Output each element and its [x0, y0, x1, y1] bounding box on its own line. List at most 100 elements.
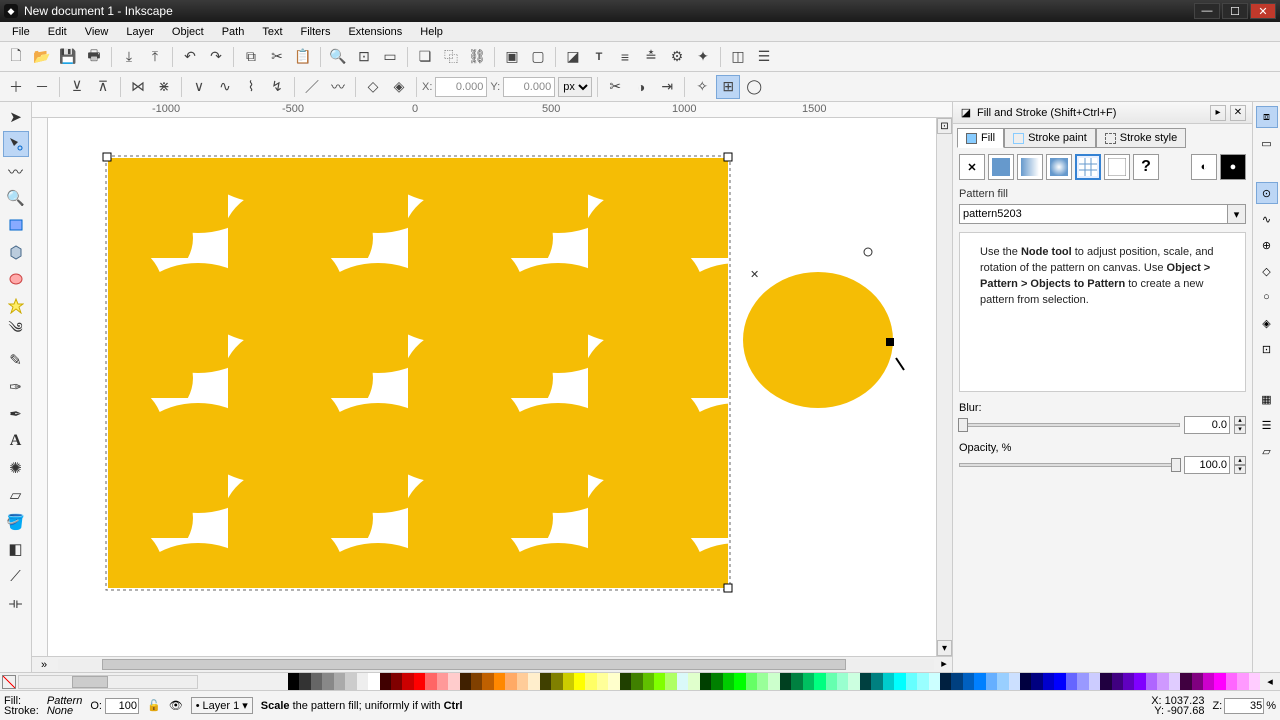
selectors-icon[interactable]: ◫ — [726, 45, 750, 69]
snap-smooth-icon[interactable]: ○ — [1256, 286, 1278, 308]
palette-swatch[interactable] — [1134, 673, 1145, 690]
fill-radial-icon[interactable] — [1046, 154, 1072, 180]
menu-text[interactable]: Text — [254, 24, 290, 40]
blur-up-icon[interactable]: ▴ — [1234, 416, 1246, 425]
connector-tool[interactable]: ⟛ — [3, 590, 29, 616]
palette-swatch[interactable] — [1089, 673, 1100, 690]
menu-help[interactable]: Help — [412, 24, 451, 40]
copy-icon[interactable]: ⧉ — [239, 45, 263, 69]
ellipse-tool[interactable] — [3, 266, 29, 292]
palette-swatch[interactable] — [688, 673, 699, 690]
palette-swatch[interactable] — [1123, 673, 1134, 690]
redo-icon[interactable]: ↷ — [204, 45, 228, 69]
maximize-button[interactable]: ☐ — [1222, 3, 1248, 19]
palette-swatch[interactable] — [734, 673, 745, 690]
group-icon[interactable]: ▣ — [500, 45, 524, 69]
palette-swatch[interactable] — [585, 673, 596, 690]
zoom-tool[interactable]: 🔍 — [3, 185, 29, 211]
snap-paths-icon[interactable]: ∿ — [1256, 208, 1278, 230]
fill-none-icon[interactable]: ✕ — [959, 154, 985, 180]
eraser-tool[interactable]: ▱ — [3, 482, 29, 508]
palette-swatch[interactable] — [448, 673, 459, 690]
menu-extensions[interactable]: Extensions — [340, 24, 410, 40]
palette-swatch[interactable] — [929, 673, 940, 690]
box3d-tool[interactable] — [3, 239, 29, 265]
opacity-down-icon[interactable]: ▾ — [1234, 465, 1246, 474]
join-node-icon[interactable]: ⊼ — [91, 75, 115, 99]
export-icon[interactable]: ⤒ — [143, 45, 167, 69]
blur-slider[interactable] — [959, 423, 1180, 427]
x-input[interactable] — [435, 77, 487, 97]
paintbucket-tool[interactable]: 🪣 — [3, 509, 29, 535]
smooth-icon[interactable]: ∿ — [213, 75, 237, 99]
palette-swatch[interactable] — [746, 673, 757, 690]
curve-icon[interactable]: 〰 — [326, 75, 350, 99]
scroll-right-icon[interactable]: ▸ — [936, 657, 952, 672]
snap-intersect-icon[interactable]: ⊕ — [1256, 234, 1278, 256]
delete-segment-icon[interactable]: ⋇ — [152, 75, 176, 99]
line-icon[interactable]: ／ — [300, 75, 324, 99]
palette-swatch[interactable] — [1054, 673, 1065, 690]
print-icon[interactable]: 🖶 — [82, 45, 106, 69]
palette-swatch[interactable] — [631, 673, 642, 690]
gradient-tool[interactable]: ◧ — [3, 536, 29, 562]
palette-swatch[interactable] — [334, 673, 345, 690]
palette-swatch[interactable] — [814, 673, 825, 690]
status-stroke-value[interactable]: None — [47, 706, 82, 716]
palette-swatch[interactable] — [391, 673, 402, 690]
menu-view[interactable]: View — [77, 24, 117, 40]
fill-swatch-icon[interactable] — [1104, 154, 1130, 180]
zoom-drawing-icon[interactable]: ⊡ — [352, 45, 376, 69]
palette-swatch[interactable] — [1237, 673, 1248, 690]
next-path-icon[interactable]: ⇥ — [655, 75, 679, 99]
pencil-tool[interactable]: ✎ — [3, 347, 29, 373]
join-segment-icon[interactable]: ⋈ — [126, 75, 150, 99]
tweak-tool[interactable]: 〰 — [3, 158, 29, 184]
blur-input[interactable] — [1184, 416, 1230, 434]
snap-enable-icon[interactable]: ⧈ — [1256, 106, 1278, 128]
scroll-down-icon[interactable]: ▾ — [937, 640, 952, 656]
unit-select[interactable]: px — [558, 77, 592, 97]
palette-swatch[interactable] — [780, 673, 791, 690]
palette-swatch[interactable] — [723, 673, 734, 690]
palette-swatch[interactable] — [517, 673, 528, 690]
palette-swatch[interactable] — [1077, 673, 1088, 690]
palette-swatch[interactable] — [894, 673, 905, 690]
palette-swatch[interactable] — [768, 673, 779, 690]
palette-swatch[interactable] — [1192, 673, 1203, 690]
transform-handles-icon[interactable]: ◯ — [742, 75, 766, 99]
palette-swatch[interactable] — [322, 673, 333, 690]
fill-flat-icon[interactable] — [988, 154, 1014, 180]
palette-swatch[interactable] — [505, 673, 516, 690]
menu-object[interactable]: Object — [164, 24, 212, 40]
close-button[interactable]: ✕ — [1250, 3, 1276, 19]
minimize-button[interactable]: — — [1194, 3, 1220, 19]
palette-swatch[interactable] — [757, 673, 768, 690]
palette-swatch[interactable] — [551, 673, 562, 690]
zoom-input[interactable] — [1224, 698, 1264, 714]
palette-swatch[interactable] — [1009, 673, 1020, 690]
pattern-select[interactable] — [959, 204, 1228, 224]
opacity-slider[interactable] — [959, 463, 1180, 467]
palette-swatch[interactable] — [1226, 673, 1237, 690]
palette-swatch[interactable] — [1249, 673, 1260, 690]
palette-swatch[interactable] — [837, 673, 848, 690]
undo-icon[interactable]: ↶ — [178, 45, 202, 69]
text-tool[interactable]: A — [3, 428, 29, 454]
layer-lock-icon[interactable]: 🔓 — [147, 699, 161, 712]
palette-swatch[interactable] — [803, 673, 814, 690]
snap-cusp-icon[interactable]: ◇ — [1256, 260, 1278, 282]
palette-swatch[interactable] — [402, 673, 413, 690]
palette-swatch[interactable] — [1157, 673, 1168, 690]
symmetric-icon[interactable]: ⌇ — [239, 75, 263, 99]
show-outline-icon[interactable]: ⊞ — [716, 75, 740, 99]
palette-swatch[interactable] — [620, 673, 631, 690]
fillrule-evenodd-icon[interactable]: ◐ — [1191, 154, 1217, 180]
toolbox-expand-icon[interactable]: » — [32, 657, 56, 672]
palette-swatch[interactable] — [1043, 673, 1054, 690]
palette-swatch[interactable] — [311, 673, 322, 690]
palette-swatch[interactable] — [997, 673, 1008, 690]
zoom-selection-icon[interactable]: 🔍 — [326, 45, 350, 69]
snap-page-icon[interactable]: ▱ — [1256, 440, 1278, 462]
palette-swatch[interactable] — [826, 673, 837, 690]
